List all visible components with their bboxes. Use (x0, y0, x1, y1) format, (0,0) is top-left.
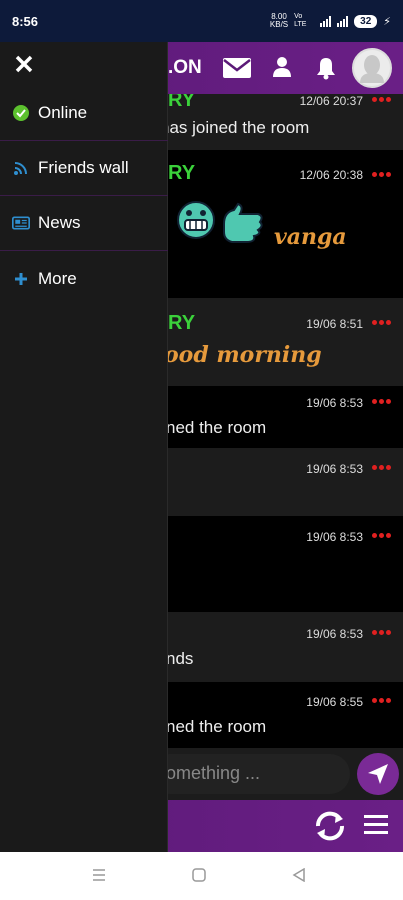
drawer-item-friends-wall[interactable]: Friends wall (0, 141, 168, 196)
check-circle-icon (12, 104, 30, 122)
plus-icon (12, 270, 30, 288)
app-screen: 8:56 8.00 KB/S Vo LTE 32 ⚡ .ON RY 12/06 … (0, 0, 403, 900)
recent-apps-icon[interactable] (92, 868, 106, 887)
message-username[interactable]: RY (168, 162, 195, 185)
drawer-item-online[interactable]: Online (0, 86, 168, 141)
send-button[interactable] (357, 753, 399, 795)
avatar[interactable] (352, 48, 392, 88)
back-icon[interactable] (292, 867, 306, 887)
message-text: ood morning (164, 342, 322, 368)
drawer-item-label: Friends wall (38, 158, 129, 177)
charging-icon: ⚡ (383, 15, 391, 28)
hamburger-menu-icon[interactable] (364, 814, 388, 841)
app-brand: .ON (168, 57, 202, 78)
net-speed-unit: KB/S (269, 20, 289, 29)
grin-emoji-icon (176, 200, 216, 245)
message-username[interactable]: RY (168, 94, 195, 112)
message-menu-icon[interactable] (372, 698, 391, 703)
battery-level: 32 (354, 14, 378, 28)
message-menu-icon[interactable] (372, 533, 391, 538)
drawer-item-label: More (38, 268, 77, 288)
system-nav-bar (0, 852, 403, 900)
message-time: 12/06 20:38 (299, 168, 363, 182)
bell-icon[interactable] (316, 56, 336, 85)
side-drawer: Online Friends wall News More (0, 42, 168, 852)
status-bar: 8:56 8.00 KB/S Vo LTE 32 ⚡ (0, 0, 403, 42)
message-menu-icon[interactable] (372, 97, 391, 102)
message-time: 19/06 8:53 (306, 396, 363, 410)
message-time: 12/06 20:37 (299, 94, 363, 108)
message-menu-icon[interactable] (372, 465, 391, 470)
signal-icon-2 (337, 15, 349, 27)
message-input[interactable]: omething ... (150, 754, 350, 794)
thumbs-up-emoji-icon (220, 202, 266, 251)
status-time: 8:56 (12, 13, 39, 29)
rss-icon (12, 159, 30, 177)
drawer-item-news[interactable]: News (0, 196, 168, 251)
net-speed: 8.00 KB/S (270, 13, 288, 29)
message-text: has joined the room (160, 118, 310, 137)
drawer-item-label: News (38, 213, 81, 232)
drawer-item-label: Online (38, 103, 88, 122)
message-time: 19/06 8:53 (306, 627, 363, 641)
message-menu-icon[interactable] (372, 172, 391, 177)
message-time: 19/06 8:53 (306, 530, 363, 544)
message-username[interactable]: RY (168, 312, 195, 335)
home-icon[interactable] (192, 868, 206, 887)
refresh-icon[interactable] (312, 808, 348, 849)
message-menu-icon[interactable] (372, 320, 391, 325)
message-menu-icon[interactable] (372, 399, 391, 404)
drawer-item-more[interactable]: More (0, 251, 168, 306)
message-time: 19/06 8:51 (306, 317, 363, 331)
newspaper-icon (12, 214, 30, 232)
status-right: 8.00 KB/S Vo LTE 32 ⚡ (270, 13, 391, 29)
network-type: Vo LTE (294, 13, 307, 28)
message-text: nds (166, 649, 194, 668)
mail-icon[interactable] (222, 57, 252, 84)
message-text: ned the room (166, 418, 267, 437)
message-time: 19/06 8:55 (306, 695, 363, 709)
send-icon (368, 764, 388, 784)
message-text: vanga (274, 224, 347, 250)
message-text: ned the room (166, 717, 267, 736)
message-menu-icon[interactable] (372, 630, 391, 635)
signal-icon (320, 15, 332, 27)
user-icon[interactable] (272, 56, 292, 83)
close-icon[interactable] (12, 52, 36, 76)
message-time: 19/06 8:53 (306, 462, 363, 476)
